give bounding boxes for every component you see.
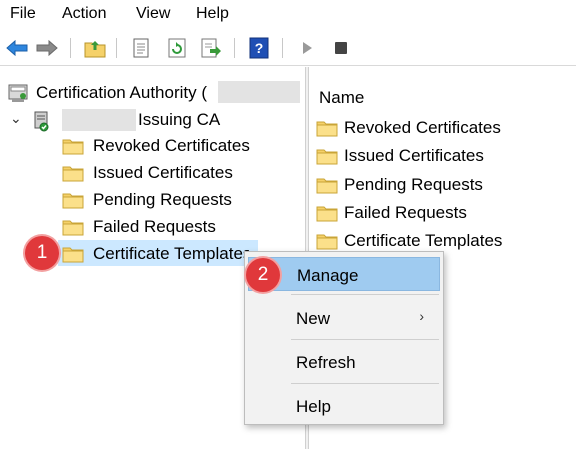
stop-icon[interactable] <box>330 37 352 59</box>
tree-item-label: Pending Requests <box>93 190 232 209</box>
menu-bar: File Action View Help <box>0 0 576 30</box>
toolbar: ? <box>0 30 576 66</box>
tree-ca-label: Issuing CA <box>138 110 221 129</box>
tree-item-label: Failed Requests <box>93 217 216 236</box>
redacted-name <box>218 81 300 103</box>
folder-icon <box>316 204 338 222</box>
tree-item-label: Certificate Templates <box>93 244 249 263</box>
menu-separator <box>291 294 439 295</box>
menu-separator <box>291 339 439 340</box>
folder-icon <box>316 119 338 137</box>
context-menu-help[interactable]: Help <box>248 389 440 423</box>
menu-help[interactable]: Help <box>196 5 229 23</box>
folder-icon <box>316 176 338 194</box>
folder-icon <box>316 232 338 250</box>
help-icon[interactable]: ? <box>248 37 270 59</box>
context-menu-label: Refresh <box>296 353 356 372</box>
context-menu-refresh[interactable]: Refresh <box>248 345 440 379</box>
context-menu-label: New <box>296 309 331 328</box>
step-callout-2: 2 <box>246 258 280 292</box>
list-item-label: Pending Requests <box>344 175 483 194</box>
folder-icon <box>62 218 84 236</box>
folder-icon <box>62 245 84 263</box>
folder-icon <box>62 137 84 155</box>
menu-separator <box>291 383 439 384</box>
folder-icon <box>316 147 338 165</box>
list-item-label: Issued Certificates <box>344 146 484 165</box>
context-menu-label: Manage <box>297 266 359 285</box>
certification-authority-icon <box>8 84 28 102</box>
tree-item-label: Issued Certificates <box>93 163 233 182</box>
forward-arrow-icon[interactable] <box>36 37 58 59</box>
tree-item-label: Revoked Certificates <box>93 136 250 155</box>
folder-icon <box>62 191 84 209</box>
folder-icon <box>62 164 84 182</box>
context-menu-new[interactable]: New › <box>248 301 440 335</box>
properties-icon[interactable] <box>130 37 152 59</box>
column-header-name[interactable]: Name <box>319 88 364 108</box>
step-callout-1: 1 <box>25 236 59 270</box>
list-item-label: Revoked Certificates <box>344 118 501 137</box>
back-arrow-icon[interactable] <box>6 37 28 59</box>
menu-view[interactable]: View <box>136 5 170 23</box>
export-list-icon[interactable] <box>200 37 222 59</box>
up-folder-icon[interactable] <box>84 37 106 59</box>
refresh-icon[interactable] <box>166 37 188 59</box>
list-item-label: Certificate Templates <box>344 231 503 250</box>
play-icon[interactable] <box>296 37 318 59</box>
menu-file[interactable]: File <box>10 5 36 23</box>
submenu-arrow-icon: › <box>419 308 424 324</box>
context-menu-label: Help <box>296 397 331 416</box>
tree-root-label: Certification Authority ( <box>36 83 208 102</box>
svg-text:?: ? <box>255 40 264 56</box>
list-item-label: Failed Requests <box>344 203 467 222</box>
chevron-down-icon[interactable]: ⌄ <box>10 110 22 127</box>
redacted-ca-prefix <box>62 109 136 131</box>
menu-action[interactable]: Action <box>62 5 106 23</box>
ca-server-icon <box>34 111 49 132</box>
